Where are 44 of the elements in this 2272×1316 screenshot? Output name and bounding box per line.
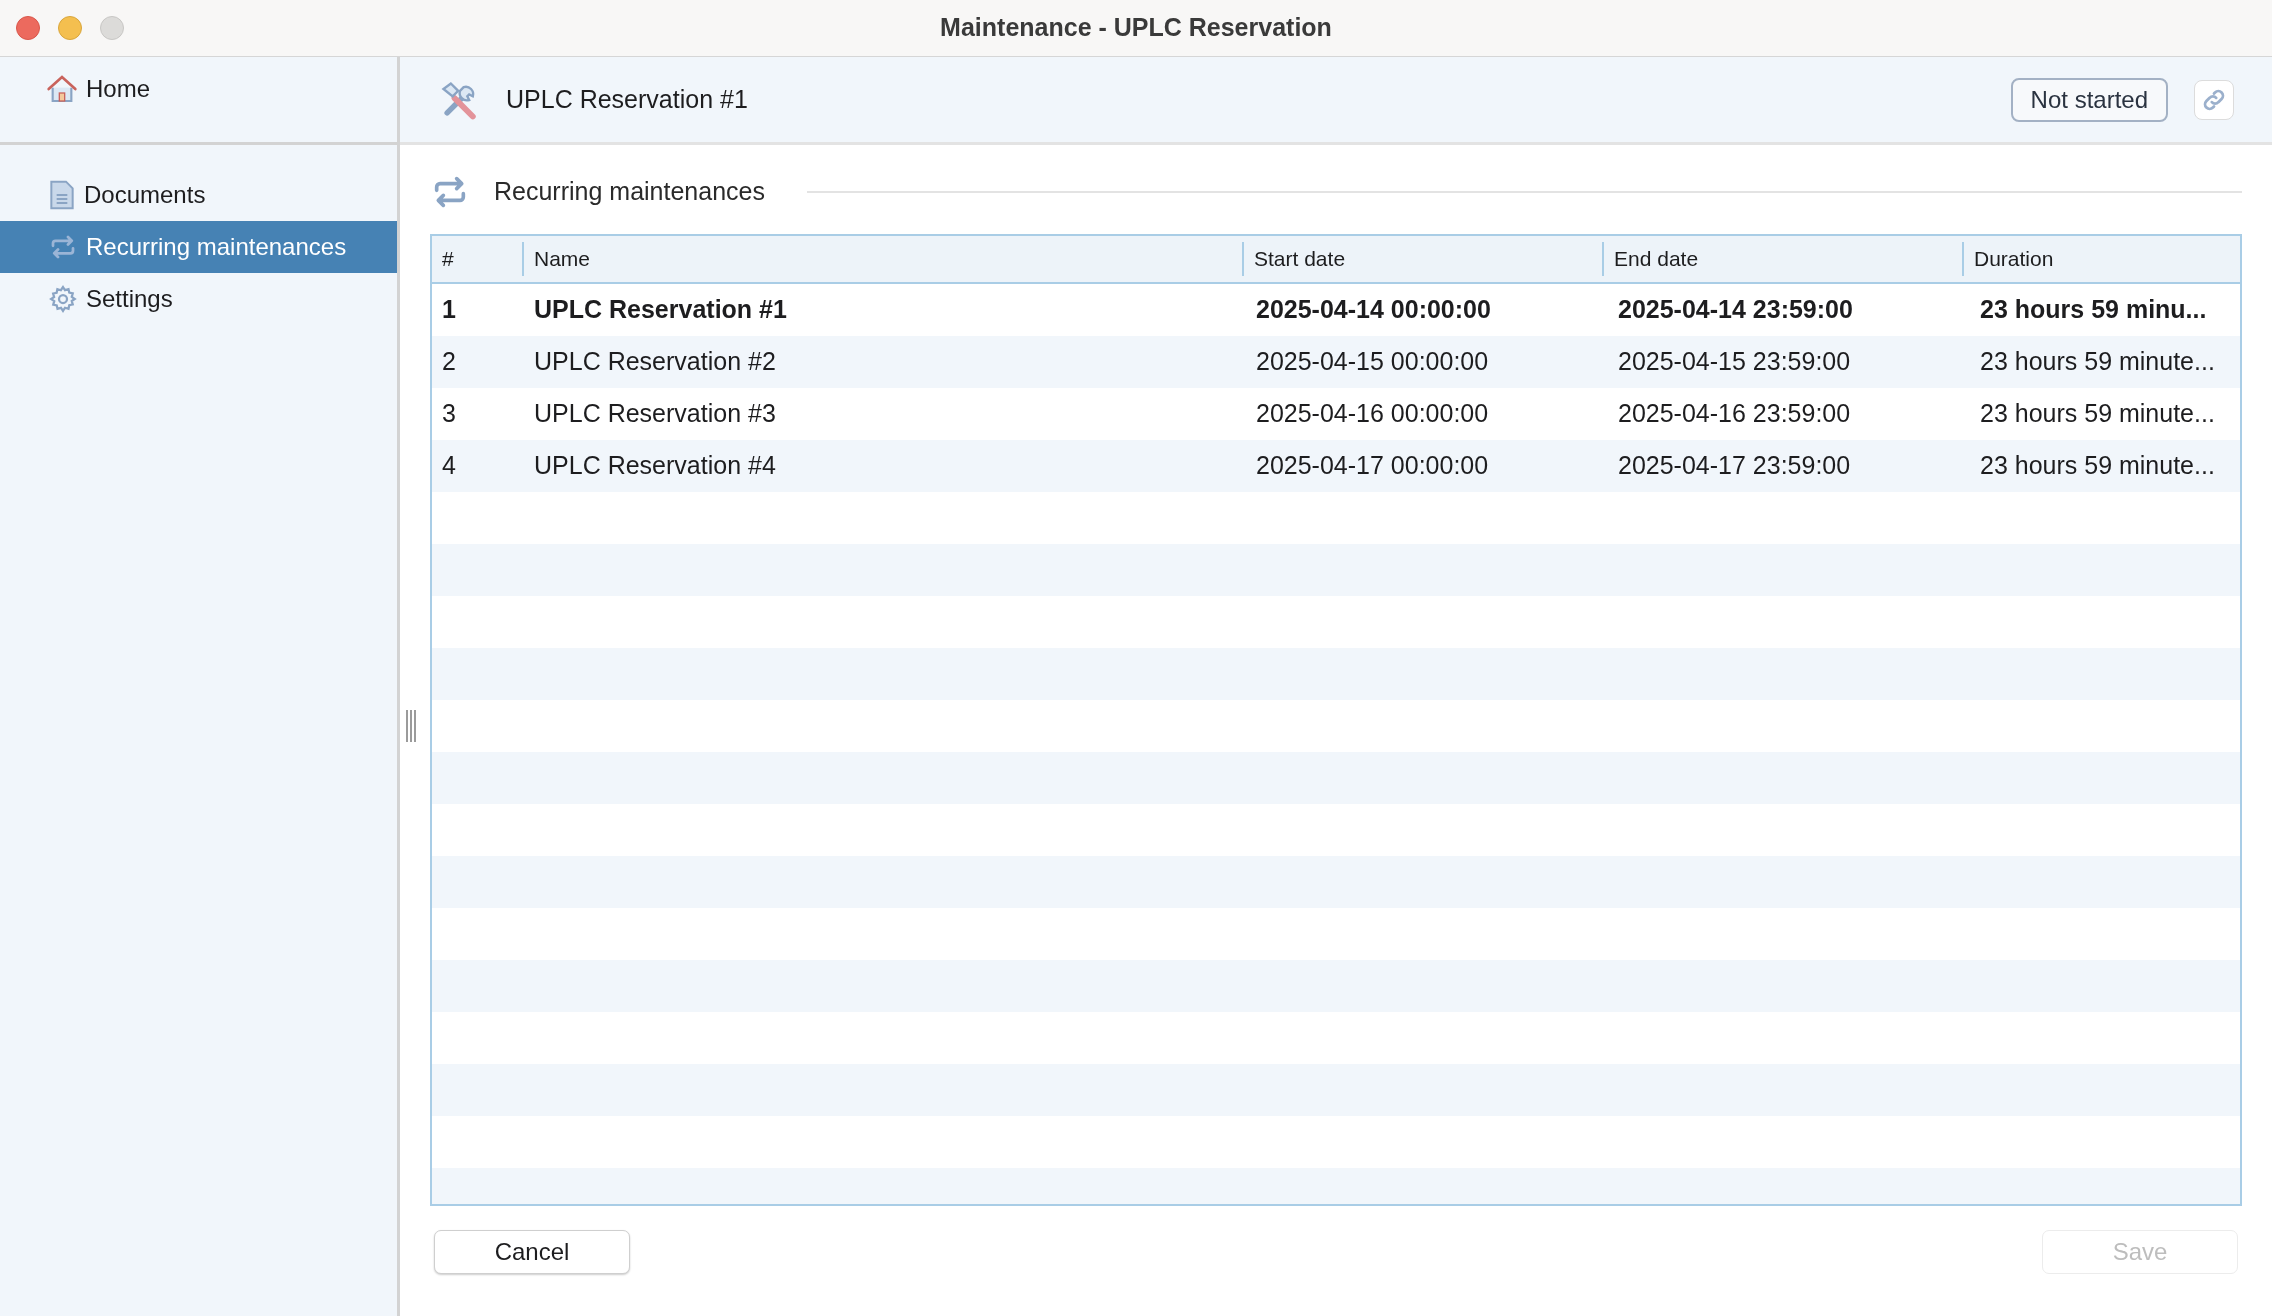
table-cell-text: 2025-04-15 23:59:00 (1617, 346, 1852, 378)
table-cell-text: 1 (441, 294, 457, 326)
table-row[interactable]: 2 UPLC Reservation #2 2025-04-15 00:00:00 2025-04-15 23:59:00 23 hours 59 minute... (432, 336, 2240, 388)
sidebar-item[interactable]: Settings (0, 273, 397, 325)
table-cell-text: 23 hours 59 minute... (1979, 346, 2216, 378)
table-cell-text: 3 (441, 398, 457, 430)
settings-icon (48, 284, 78, 314)
table-cell-text: 23 hours 59 minu... (1979, 294, 2208, 326)
table-cell-text: 23 hours 59 minute... (1979, 398, 2216, 430)
table-cell-text: UPLC Reservation #3 (533, 398, 777, 430)
table-cell-text: 2 (441, 346, 457, 378)
document-icon (48, 179, 76, 211)
minimize-button[interactable] (58, 16, 82, 40)
table-cell-text: 2025-04-17 00:00:00 (1255, 450, 1490, 482)
record-title: UPLC Reservation #1 (506, 83, 748, 115)
table-cell-text: 2025-04-14 23:59:00 (1617, 294, 1854, 326)
cancel-button[interactable]: Cancel (434, 1230, 630, 1274)
table-cell-text: UPLC Reservation #4 (533, 450, 777, 482)
table-row[interactable]: 4 UPLC Reservation #4 2025-04-17 00:00:00 2025-04-17 23:59:00 23 hours 59 minute... (432, 440, 2240, 492)
table-cell-text: 2025-04-16 00:00:00 (1255, 398, 1490, 430)
column-header[interactable]: Duration (1962, 242, 2240, 276)
column-header[interactable]: Start date (1242, 242, 1602, 276)
table-cell-text: 2025-04-15 00:00:00 (1255, 346, 1490, 378)
home-icon (46, 73, 78, 105)
table-cell-text: 2025-04-14 00:00:00 (1255, 294, 1492, 326)
table-cell-text: 2025-04-16 23:59:00 (1617, 398, 1852, 430)
table-cell-text: 23 hours 59 minute... (1979, 450, 2216, 482)
sidebar-item[interactable]: Recurring maintenances (0, 221, 397, 273)
splitter-handle[interactable] (406, 710, 416, 742)
table-cell-text: 4 (441, 450, 457, 482)
table-cell-text: 2025-04-17 23:59:00 (1617, 450, 1852, 482)
home-link[interactable]: Home (46, 71, 151, 107)
link-button[interactable] (2194, 79, 2234, 120)
zoom-button[interactable] (100, 16, 124, 40)
section-title: Recurring maintenances (494, 176, 765, 208)
column-header[interactable]: Name (522, 242, 1242, 276)
column-header[interactable]: End date (1602, 242, 1962, 276)
table-cell-text: UPLC Reservation #2 (533, 346, 777, 378)
table-cell-text: UPLC Reservation #1 (533, 294, 788, 326)
window-title: Maintenance - UPLC Reservation (940, 12, 1332, 44)
status-button[interactable]: Not started (2010, 77, 2168, 122)
sidebar-item[interactable]: Documents (0, 169, 397, 221)
column-header[interactable]: # (432, 236, 522, 282)
close-button[interactable] (16, 16, 40, 40)
